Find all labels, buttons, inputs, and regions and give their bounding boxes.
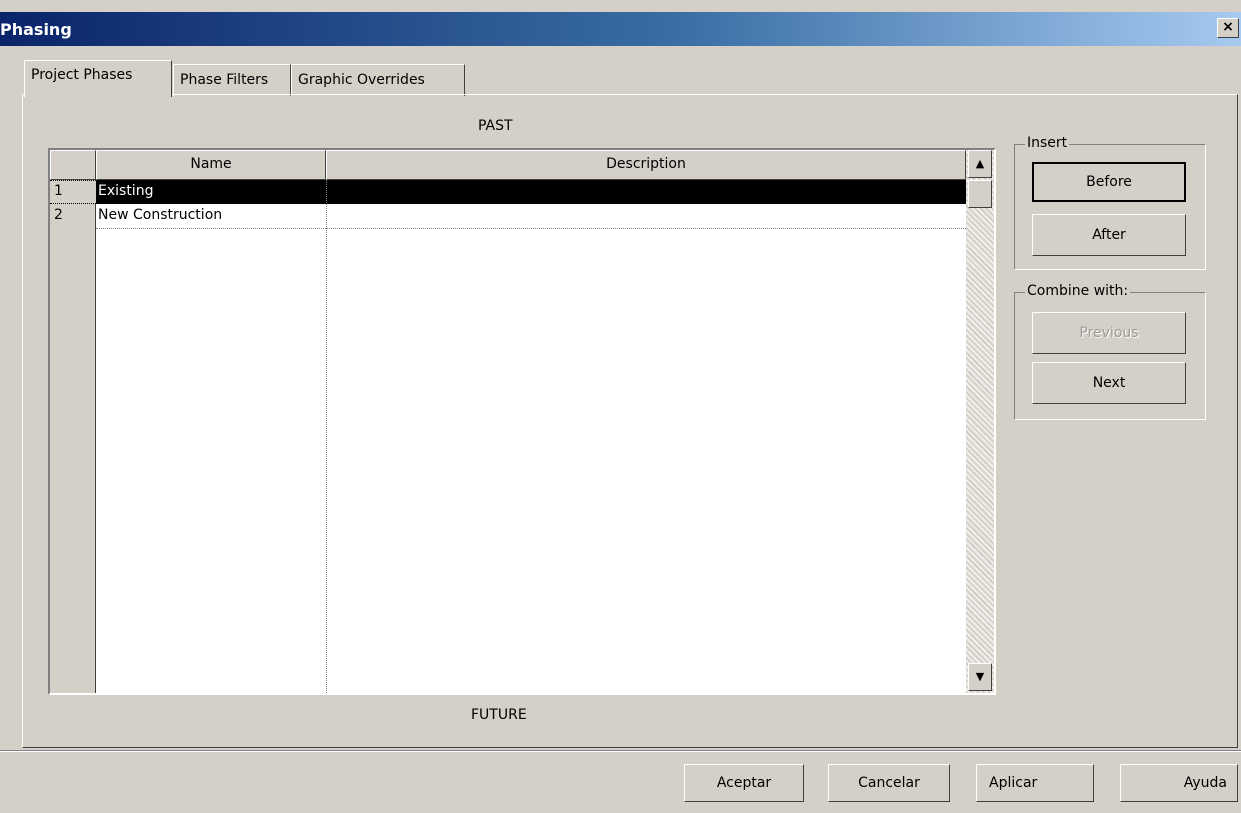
footer-divider	[0, 750, 1241, 752]
help-button[interactable]: Ayuda	[1120, 764, 1238, 802]
tab-project-phases[interactable]: Project Phases	[24, 60, 172, 97]
tab-phase-filters[interactable]: Phase Filters	[173, 64, 291, 96]
ok-button[interactable]: Aceptar	[684, 764, 804, 802]
cancel-button[interactable]: Cancelar	[828, 764, 950, 802]
row-number: 1	[54, 183, 63, 199]
close-button[interactable]: ×	[1217, 18, 1239, 38]
tab-graphic-overrides[interactable]: Graphic Overrides	[291, 64, 465, 96]
window-title: Phasing	[0, 20, 72, 39]
tab-panel	[22, 94, 1238, 748]
apply-button[interactable]: Aplicar	[976, 764, 1094, 802]
title-bar: Phasing ×	[0, 12, 1241, 46]
